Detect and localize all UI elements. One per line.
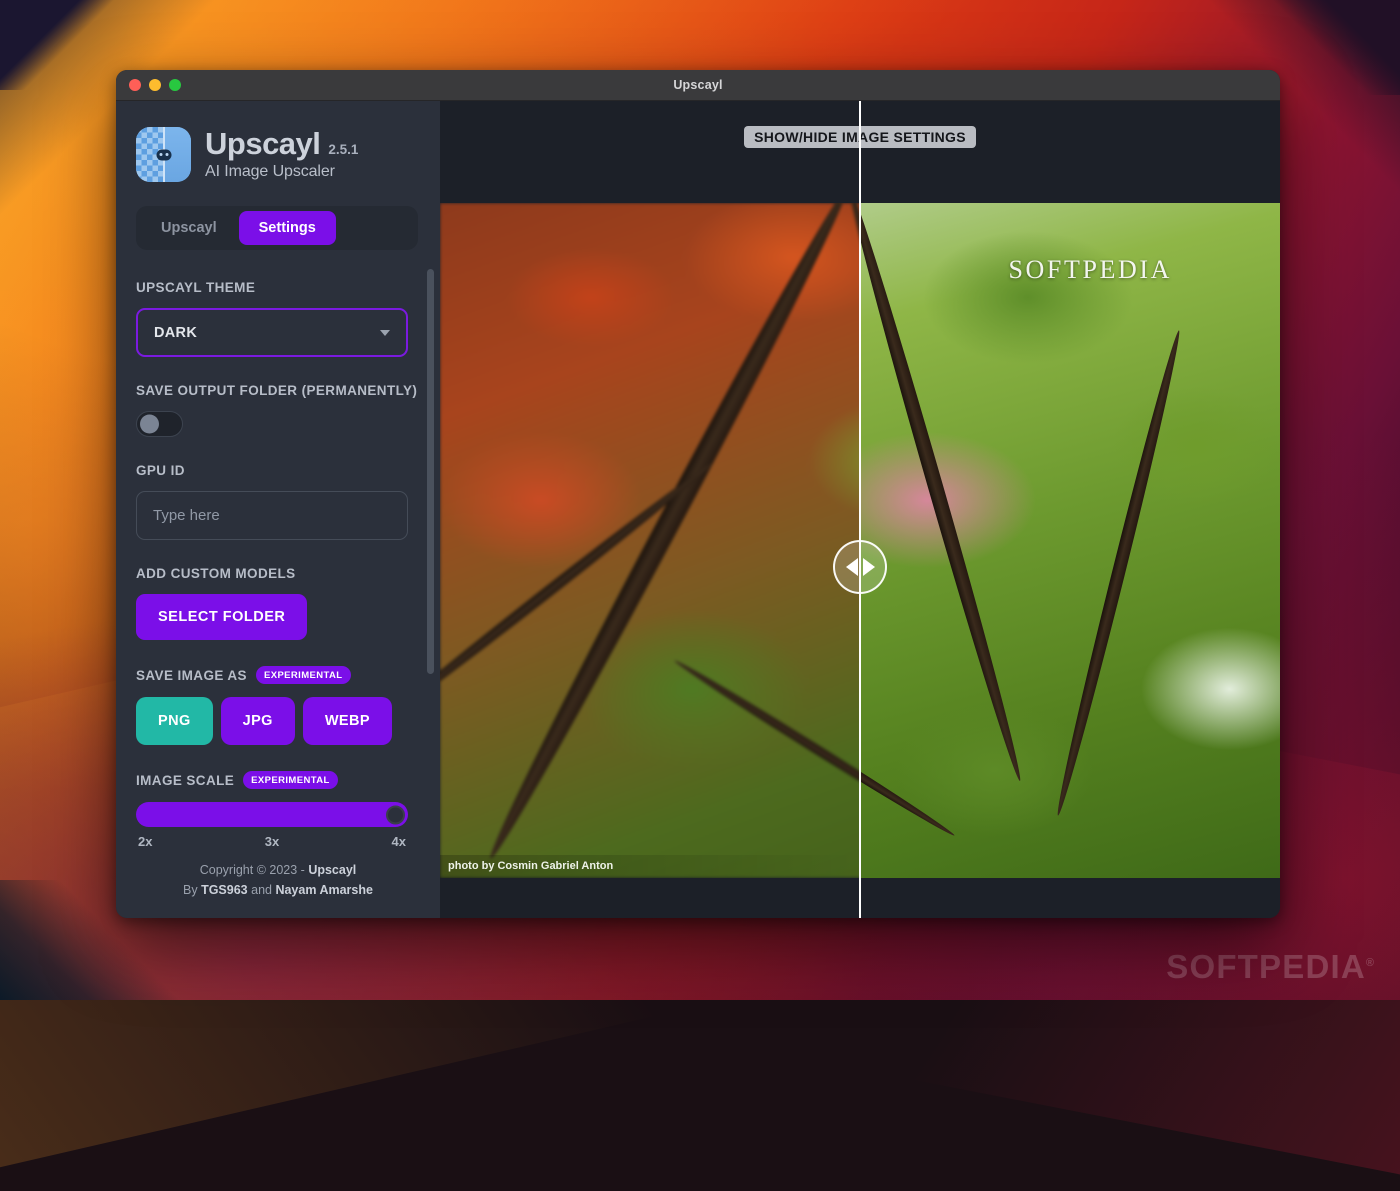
arrow-left-icon — [845, 558, 858, 576]
save-image-as-setting: SAVE IMAGE AS EXPERIMENTAL PNG JPG WEBP — [136, 666, 418, 745]
image-scale-slider-thumb[interactable] — [386, 805, 405, 824]
branch — [1051, 328, 1186, 818]
format-button-webp[interactable]: WEBP — [302, 697, 392, 745]
save-output-folder-label: SAVE OUTPUT FOLDER (PERMANENTLY) — [136, 383, 418, 398]
author-one: TGS963 — [201, 882, 248, 897]
app-tagline: AI Image Upscaler — [205, 162, 335, 180]
gpu-id-setting: GPU ID — [136, 463, 418, 540]
custom-models-setting: ADD CUSTOM MODELS SELECT FOLDER — [136, 566, 418, 640]
theme-label: UPSCAYL THEME — [136, 280, 256, 295]
logo-handle-icon — [156, 149, 171, 160]
authors-conjunction: and — [247, 882, 276, 897]
minimize-button[interactable] — [149, 79, 161, 91]
scale-tick-3x: 3x — [264, 834, 280, 848]
copyright-prefix: Copyright © 2023 - — [199, 863, 309, 878]
window-titlebar: Upscayl — [116, 70, 1280, 101]
image-scale-slider-wrap: 2x 3x 4x — [136, 802, 408, 847]
image-watermark: SOFTPEDIA — [1008, 255, 1172, 284]
save-output-folder-toggle[interactable] — [136, 411, 183, 437]
tab-upscayl[interactable]: Upscayl — [141, 211, 237, 245]
copyright-app-name: Upscayl — [308, 863, 357, 878]
chevron-down-icon — [380, 329, 390, 336]
theme-select[interactable]: DARK — [136, 308, 408, 357]
settings-sidebar: Upscayl 2.5.1 AI Image Upscaler Upscayl … — [116, 101, 440, 918]
tab-settings[interactable]: Settings — [238, 211, 336, 245]
format-button-png[interactable]: PNG — [136, 697, 213, 745]
app-name: Upscayl — [205, 126, 321, 162]
scale-tick-2x: 2x — [138, 834, 153, 848]
copyright-line: Copyright © 2023 - Upscayl — [136, 861, 420, 880]
arrow-right-icon — [862, 558, 875, 576]
theme-setting: UPSCAYL THEME DARK — [136, 280, 418, 357]
image-scale-badge: EXPERIMENTAL — [243, 771, 338, 789]
sidebar-scroll-area: Upscayl 2.5.1 AI Image Upscaler Upscayl … — [116, 101, 440, 847]
image-scale-ticks: 2x 3x 4x — [136, 834, 408, 847]
authors-prefix: By — [183, 882, 202, 897]
toggle-knob — [140, 414, 159, 434]
original-image — [440, 203, 860, 878]
brand-title-row: Upscayl 2.5.1 — [205, 128, 358, 161]
split-line-top — [859, 101, 861, 203]
image-scale-slider[interactable] — [136, 802, 408, 827]
branch — [842, 203, 860, 784]
desktop-watermark-text: SOFTPEDIA — [1166, 948, 1366, 985]
image-scale-label-text: IMAGE SCALE — [136, 772, 235, 788]
sidebar-footer: Copyright © 2023 - Upscayl By TGS963 and… — [116, 847, 440, 918]
branch — [860, 656, 957, 840]
gpu-id-input[interactable] — [136, 491, 408, 540]
select-folder-button[interactable]: SELECT FOLDER — [136, 594, 308, 640]
theme-select-value: DARK — [154, 324, 198, 341]
image-compare-slider-handle[interactable] — [833, 540, 887, 594]
window-controls — [116, 79, 181, 91]
window-title: Upscayl — [673, 78, 723, 92]
split-line-bottom — [859, 878, 861, 918]
image-compare-panel: SHOW/HIDE IMAGE SETTINGS photo by Cosmin… — [440, 101, 1280, 918]
upscaled-image-half: SOFTPEDIA — [860, 203, 1280, 878]
registered-mark-icon: ® — [1365, 957, 1374, 969]
upscayl-logo-icon — [136, 127, 191, 182]
sidebar-scrollbar[interactable] — [427, 269, 434, 674]
format-button-group: PNG JPG WEBP — [136, 697, 418, 745]
branch — [860, 203, 1028, 784]
original-image-half: photo by Cosmin Gabriel Anton — [440, 203, 860, 878]
window-body: Upscayl 2.5.1 AI Image Upscaler Upscayl … — [116, 101, 1280, 918]
brand-text: Upscayl 2.5.1 AI Image Upscaler — [205, 128, 358, 181]
desktop-watermark: SOFTPEDIA® — [1166, 948, 1374, 986]
custom-models-label: ADD CUSTOM MODELS — [136, 566, 296, 581]
branch — [671, 656, 860, 840]
app-version: 2.5.1 — [328, 142, 359, 158]
close-button[interactable] — [129, 79, 141, 91]
upscaled-image — [860, 203, 1280, 878]
upscayl-window: Upscayl Upscayl 2.5.1 AI Image Upscaler … — [116, 70, 1280, 918]
branch — [481, 203, 858, 864]
gpu-id-label: GPU ID — [136, 463, 185, 478]
tab-switcher: Upscayl Settings — [136, 206, 418, 250]
scale-tick-4x: 4x — [391, 834, 406, 848]
format-button-jpg[interactable]: JPG — [220, 697, 295, 745]
wallpaper-corner-top-left — [0, 0, 130, 90]
save-output-folder-setting: SAVE OUTPUT FOLDER (PERMANENTLY) — [136, 383, 418, 437]
save-image-as-label-text: SAVE IMAGE AS — [136, 667, 247, 683]
author-two: Nayam Amarshe — [275, 882, 373, 897]
photo-credit: photo by Cosmin Gabriel Anton — [440, 855, 860, 878]
save-image-as-label: SAVE IMAGE AS EXPERIMENTAL — [136, 666, 418, 684]
brand-header: Upscayl 2.5.1 AI Image Upscaler — [136, 127, 418, 182]
image-scale-label: IMAGE SCALE EXPERIMENTAL — [136, 771, 418, 789]
save-image-as-badge: EXPERIMENTAL — [255, 666, 351, 684]
image-scale-setting: IMAGE SCALE EXPERIMENTAL 2x 3x 4x — [136, 771, 418, 847]
maximize-button[interactable] — [169, 79, 181, 91]
authors-line: By TGS963 and Nayam Amarshe — [136, 881, 420, 900]
